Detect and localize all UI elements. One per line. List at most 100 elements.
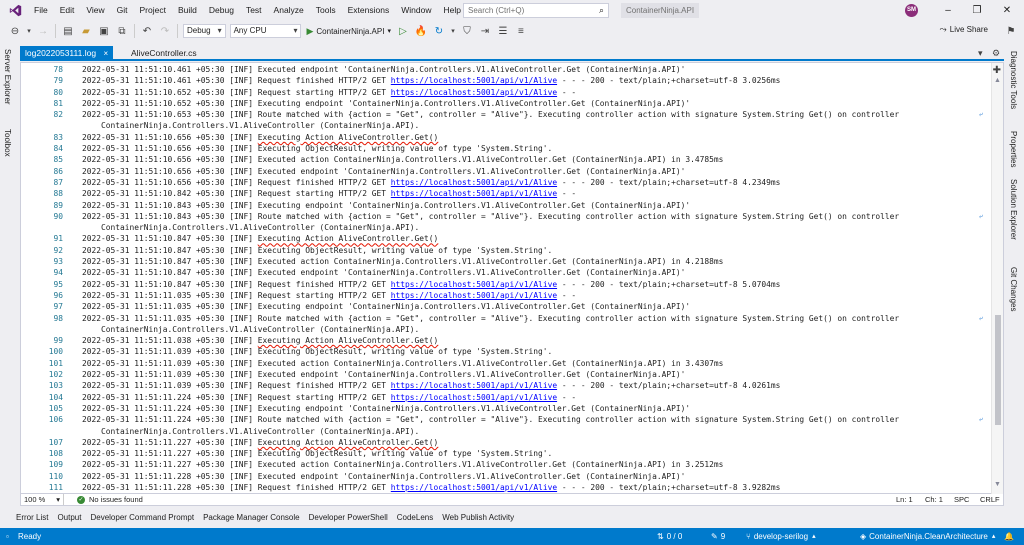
- back-icon[interactable]: ⊖: [8, 24, 22, 38]
- log-line[interactable]: 101 2022-05-31 11:51:11.039 +05:30 [INF] …: [21, 358, 987, 369]
- hot-reload-icon[interactable]: 🔥: [414, 24, 428, 38]
- log-line[interactable]: 88 2022-05-31 11:51:10.842 +05:30 [INF] R…: [21, 188, 987, 199]
- menu-git[interactable]: Git: [111, 0, 134, 21]
- line-ending-indicator[interactable]: CRLF: [980, 494, 1000, 506]
- log-line[interactable]: 102 2022-05-31 11:51:11.039 +05:30 [INF] …: [21, 369, 987, 380]
- refresh-icon[interactable]: ↻: [432, 24, 446, 38]
- menu-test[interactable]: Test: [240, 0, 268, 21]
- bookmark-icon[interactable]: ⛉: [460, 24, 474, 38]
- log-line[interactable]: 78 2022-05-31 11:51:10.461 +05:30 [INF] E…: [21, 64, 987, 75]
- feedback-icon[interactable]: ⚑: [1004, 24, 1018, 38]
- log-line[interactable]: 89 2022-05-31 11:51:10.843 +05:30 [INF] E…: [21, 200, 987, 211]
- log-line[interactable]: 98 2022-05-31 11:51:11.035 +05:30 [INF] R…: [21, 313, 987, 324]
- menu-analyze[interactable]: Analyze: [268, 0, 310, 21]
- log-line[interactable]: 90 2022-05-31 11:51:10.843 +05:30 [INF] R…: [21, 211, 987, 222]
- solution-explorer-tab[interactable]: Solution Explorer: [1009, 179, 1018, 240]
- log-line[interactable]: 85 2022-05-31 11:51:10.656 +05:30 [INF] E…: [21, 154, 987, 165]
- start-without-debugging-icon[interactable]: ▷: [396, 24, 410, 38]
- log-line[interactable]: 92 2022-05-31 11:51:10.847 +05:30 [INF] E…: [21, 245, 987, 256]
- comment-icon[interactable]: ☰: [496, 24, 510, 38]
- start-debugging-button[interactable]: ▶ ContainerNinja.API ▾: [306, 26, 390, 37]
- search-input[interactable]: Search (Ctrl+Q) ⌕: [463, 3, 609, 18]
- avatar[interactable]: SM: [905, 4, 918, 17]
- tab-list-dropdown-icon[interactable]: ▾: [978, 46, 983, 60]
- tab-log-file[interactable]: log2022053111.log ×: [20, 46, 114, 60]
- log-line[interactable]: 97 2022-05-31 11:51:11.035 +05:30 [INF] E…: [21, 301, 987, 312]
- minimize-icon[interactable]: –: [934, 0, 962, 21]
- log-line[interactable]: 105 2022-05-31 11:51:11.224 +05:30 [INF] …: [21, 403, 987, 414]
- dropdown-icon[interactable]: ▾: [450, 24, 456, 38]
- log-line[interactable]: 80 2022-05-31 11:51:10.652 +05:30 [INF] R…: [21, 87, 987, 98]
- properties-tab[interactable]: Properties: [1009, 131, 1018, 167]
- add-icon[interactable]: ✚: [993, 65, 1001, 76]
- log-url-link[interactable]: https://localhost:5001/api/v1/Alive: [391, 76, 557, 85]
- log-line[interactable]: 108 2022-05-31 11:51:11.227 +05:30 [INF] …: [21, 448, 987, 459]
- platform-select[interactable]: Any CPU: [229, 24, 302, 38]
- notifications-icon[interactable]: 🔔: [1004, 528, 1017, 545]
- tab-output[interactable]: Output: [57, 513, 81, 522]
- scroll-up-icon[interactable]: ▲: [994, 77, 1001, 84]
- gear-icon[interactable]: ⚙: [992, 46, 1000, 60]
- log-line[interactable]: 81 2022-05-31 11:51:10.652 +05:30 [INF] E…: [21, 98, 987, 109]
- diagnostic-tools-tab[interactable]: Diagnostic Tools: [1009, 51, 1018, 109]
- log-line[interactable]: 107 2022-05-31 11:51:11.227 +05:30 [INF] …: [21, 437, 987, 448]
- search-icon[interactable]: ⌕: [599, 5, 604, 16]
- tab-alive-controller[interactable]: AliveController.cs: [126, 46, 202, 60]
- menu-debug[interactable]: Debug: [203, 0, 240, 21]
- log-line[interactable]: 106 2022-05-31 11:51:11.224 +05:30 [INF] …: [21, 414, 987, 425]
- log-line[interactable]: 109 2022-05-31 11:51:11.227 +05:30 [INF] …: [21, 459, 987, 470]
- log-line[interactable]: 79 2022-05-31 11:51:10.461 +05:30 [INF] R…: [21, 75, 987, 86]
- menu-file[interactable]: File: [28, 0, 54, 21]
- tab-error-list[interactable]: Error List: [16, 513, 48, 522]
- menu-tools[interactable]: Tools: [310, 0, 342, 21]
- scroll-down-icon[interactable]: ▼: [994, 481, 1001, 488]
- tab-package-manager-console[interactable]: Package Manager Console: [203, 513, 300, 522]
- log-url-link[interactable]: https://localhost:5001/api/v1/Alive: [391, 189, 557, 198]
- save-icon[interactable]: ▣: [97, 24, 111, 38]
- open-folder-icon[interactable]: ▰: [79, 24, 93, 38]
- whitespace-indicator[interactable]: SPC: [954, 494, 969, 506]
- log-line[interactable]: ContainerNinja.Controllers.V1.AliveContr…: [21, 222, 987, 233]
- scrollbar-thumb[interactable]: [995, 315, 1001, 425]
- forward-icon[interactable]: →: [36, 24, 50, 38]
- log-line[interactable]: 86 2022-05-31 11:51:10.656 +05:30 [INF] E…: [21, 166, 987, 177]
- tab-codelens[interactable]: CodeLens: [397, 513, 433, 522]
- log-line[interactable]: 87 2022-05-31 11:51:10.656 +05:30 [INF] R…: [21, 177, 987, 188]
- restore-icon[interactable]: ❐: [963, 0, 991, 21]
- new-item-icon[interactable]: ▤: [61, 24, 75, 38]
- indent-icon[interactable]: ≡: [514, 24, 528, 38]
- issues-indicator[interactable]: ✓ No issues found: [77, 494, 143, 506]
- log-line[interactable]: 111 2022-05-31 11:51:11.228 +05:30 [INF] …: [21, 482, 987, 493]
- log-line[interactable]: 83 2022-05-31 11:51:10.656 +05:30 [INF] E…: [21, 132, 987, 143]
- line-indicator[interactable]: Ln: 1: [896, 494, 913, 506]
- log-url-link[interactable]: https://localhost:5001/api/v1/Alive: [391, 88, 557, 97]
- log-line[interactable]: 110 2022-05-31 11:51:11.228 +05:30 [INF] …: [21, 471, 987, 482]
- configuration-select[interactable]: Debug: [183, 24, 226, 38]
- save-all-icon[interactable]: ⧉: [115, 24, 129, 38]
- menu-build[interactable]: Build: [172, 0, 203, 21]
- log-line[interactable]: 84 2022-05-31 11:51:10.656 +05:30 [INF] E…: [21, 143, 987, 154]
- log-line[interactable]: ContainerNinja.Controllers.V1.AliveContr…: [21, 426, 987, 437]
- log-url-link[interactable]: https://localhost:5001/api/v1/Alive: [391, 178, 557, 187]
- log-line[interactable]: 100 2022-05-31 11:51:11.039 +05:30 [INF] …: [21, 346, 987, 357]
- column-indicator[interactable]: Ch: 1: [925, 494, 943, 506]
- close-tab-icon[interactable]: ×: [103, 49, 108, 58]
- log-line[interactable]: 95 2022-05-31 11:51:10.847 +05:30 [INF] R…: [21, 279, 987, 290]
- log-line[interactable]: 99 2022-05-31 11:51:11.038 +05:30 [INF] E…: [21, 335, 987, 346]
- menu-window[interactable]: Window: [395, 0, 437, 21]
- log-url-link[interactable]: https://localhost:5001/api/v1/Alive: [391, 381, 557, 390]
- close-icon[interactable]: ✕: [993, 0, 1021, 21]
- log-line[interactable]: 94 2022-05-31 11:51:10.847 +05:30 [INF] E…: [21, 267, 987, 278]
- vertical-scrollbar[interactable]: ✚ ▲ ▼: [991, 63, 1003, 495]
- log-line[interactable]: 103 2022-05-31 11:51:11.039 +05:30 [INF] …: [21, 380, 987, 391]
- server-explorer-tab[interactable]: Server Explorer: [3, 49, 12, 105]
- pending-changes-indicator[interactable]: ✎ 9: [711, 528, 725, 545]
- repository-indicator[interactable]: ◈ ContainerNinja.CleanArchitecture ▴: [860, 528, 995, 545]
- menu-extensions[interactable]: Extensions: [342, 0, 396, 21]
- log-line[interactable]: ContainerNinja.Controllers.V1.AliveContr…: [21, 324, 987, 335]
- dropdown-icon[interactable]: ▾: [26, 24, 32, 38]
- log-line[interactable]: ContainerNinja.Controllers.V1.AliveContr…: [21, 120, 987, 131]
- undo-icon[interactable]: ↶: [140, 24, 154, 38]
- log-line[interactable]: 82 2022-05-31 11:51:10.653 +05:30 [INF] R…: [21, 109, 987, 120]
- redo-icon[interactable]: ↷: [158, 24, 172, 38]
